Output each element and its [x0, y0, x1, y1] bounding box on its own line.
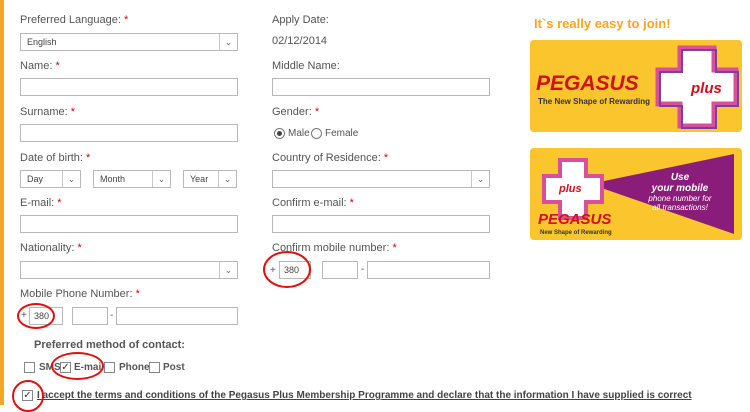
- date-of-birth-label: Date of birth: *: [20, 152, 91, 164]
- membership-form-page: Preferred Language: * English ⌄ Apply Da…: [0, 0, 750, 412]
- preferred-language-label: Preferred Language: *: [20, 14, 129, 26]
- gender-male-radio[interactable]: [274, 128, 285, 139]
- nationality-label: Nationality: *: [20, 242, 82, 254]
- banner1-tagline: The New Shape of Rewarding: [538, 97, 650, 106]
- birth-day-select[interactable]: Day ⌄: [20, 170, 81, 188]
- name-label: Name: *: [20, 60, 60, 72]
- apply-date-label: Apply Date:: [272, 14, 329, 26]
- nationality-select[interactable]: ⌄: [20, 261, 238, 279]
- chevron-down-icon: ⌄: [218, 171, 236, 187]
- birth-month-value: Month: [100, 174, 126, 184]
- mobile-phone-number-input[interactable]: [116, 307, 238, 325]
- gender-female-label: Female: [325, 128, 359, 139]
- preferred-language-select[interactable]: English ⌄: [20, 33, 238, 51]
- banner2-callout-line2: your mobile: [651, 183, 709, 194]
- highlight-ring-confirm-mobile: [263, 251, 311, 288]
- country-of-residence-label: Country of Residence: *: [272, 152, 389, 164]
- email-input[interactable]: [20, 215, 238, 233]
- chevron-down-icon: ⌄: [152, 171, 170, 187]
- mobile-phone-area-input[interactable]: [72, 307, 108, 325]
- mobile-phone-dash: -: [110, 310, 114, 321]
- confirm-email-label: Confirm e-mail: *: [272, 197, 354, 209]
- banner2-tagline: New Shape of Rewarding: [540, 230, 612, 236]
- middle-name-input[interactable]: [272, 78, 490, 96]
- highlight-ring-mobile-phone: [17, 303, 55, 329]
- gender-male-label: Male: [288, 128, 310, 139]
- confirm-email-input[interactable]: [272, 215, 490, 233]
- highlight-ring-terms: [12, 380, 44, 412]
- banner2-callout-line3: phone number for: [647, 194, 711, 203]
- preferred-contact-title: Preferred method of contact:: [34, 339, 185, 351]
- gender-female-radio[interactable]: [311, 128, 322, 139]
- preferred-language-value: English: [27, 37, 57, 47]
- terms-label[interactable]: I accept the terms and conditions of the…: [37, 390, 692, 401]
- pegasus-mobile-artwork: plus PEGASUS New Shape of Rewarding Use …: [530, 148, 742, 240]
- promo-title: It`s really easy to join!: [534, 16, 671, 31]
- banner2-callout-line1: Use: [671, 172, 690, 183]
- chevron-down-icon: ⌄: [62, 171, 80, 187]
- banner1-badge: plus: [690, 80, 722, 97]
- confirm-mobile-area-input[interactable]: [322, 261, 358, 279]
- highlight-ring-email-contact: [51, 352, 104, 380]
- contact-post-label: Post: [163, 362, 185, 373]
- contact-sms-checkbox[interactable]: [24, 362, 35, 373]
- contact-post-checkbox[interactable]: [149, 362, 160, 373]
- surname-label: Surname: *: [20, 106, 76, 118]
- banner1-brand: PEGASUS: [536, 72, 639, 95]
- confirm-mobile-dash: -: [361, 264, 365, 275]
- pegasus-plus-logo: plus PEGASUS The New Shape of Rewarding: [530, 40, 742, 132]
- name-input[interactable]: [20, 78, 238, 96]
- surname-input[interactable]: [20, 124, 238, 142]
- country-of-residence-select[interactable]: ⌄: [272, 170, 490, 188]
- contact-phone-label: Phone: [119, 362, 150, 373]
- birth-year-value: Year: [190, 174, 209, 184]
- banner2-badge: plus: [558, 183, 582, 195]
- banner2-callout-line4: all transactions!: [652, 203, 708, 212]
- banner2-brand: PEGASUS: [538, 211, 611, 228]
- chevron-down-icon: ⌄: [219, 34, 237, 50]
- email-label: E-mail: *: [20, 197, 62, 209]
- confirm-mobile-number-input[interactable]: [367, 261, 490, 279]
- mobile-phone-label: Mobile Phone Number: *: [20, 288, 140, 300]
- birth-month-select[interactable]: Month ⌄: [93, 170, 171, 188]
- contact-phone-checkbox[interactable]: [104, 362, 115, 373]
- left-accent-rule: [0, 0, 4, 405]
- middle-name-label: Middle Name:: [272, 60, 340, 72]
- chevron-down-icon: ⌄: [471, 171, 489, 187]
- apply-date-value: 02/12/2014: [272, 35, 328, 47]
- pegasus-mobile-banner[interactable]: plus PEGASUS New Shape of Rewarding Use …: [530, 148, 742, 240]
- birth-year-select[interactable]: Year ⌄: [183, 170, 237, 188]
- pegasus-plus-banner[interactable]: plus PEGASUS The New Shape of Rewarding: [530, 40, 742, 132]
- gender-label: Gender: *: [272, 106, 320, 118]
- chevron-down-icon: ⌄: [219, 262, 237, 278]
- birth-day-value: Day: [27, 174, 44, 184]
